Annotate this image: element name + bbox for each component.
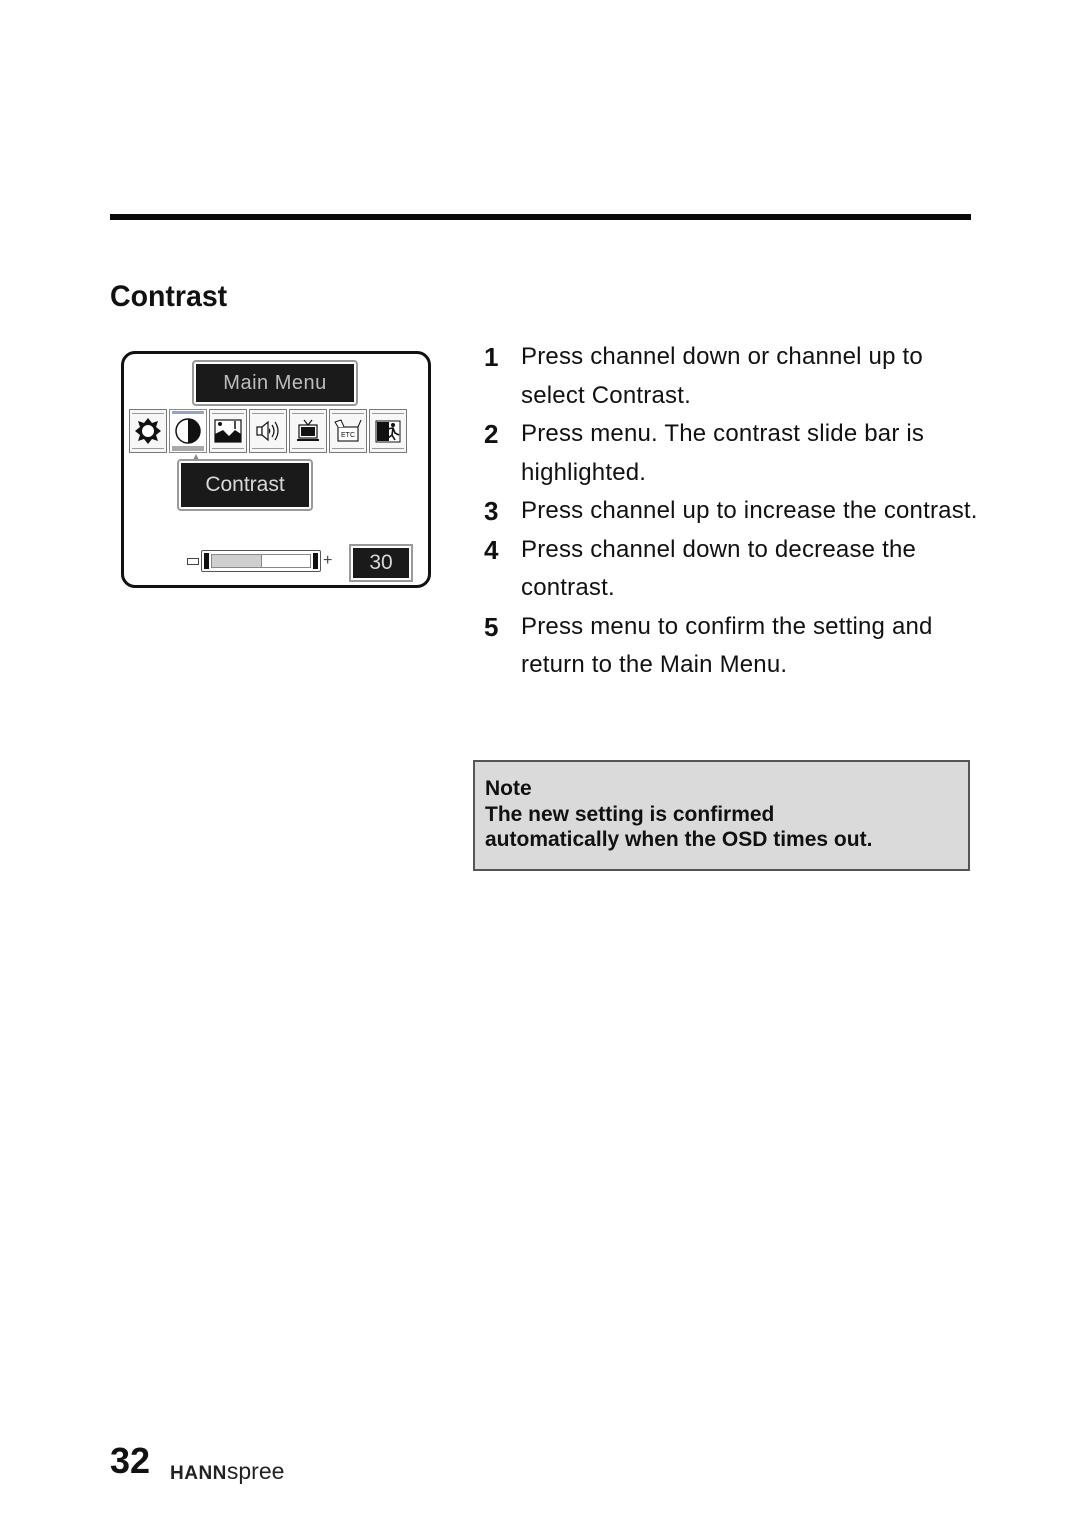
brightness-icon <box>135 418 161 444</box>
step-number: 2 <box>484 419 499 449</box>
picture-icon <box>214 419 242 443</box>
osd-main-menu-title: Main Menu <box>192 360 358 406</box>
audio-icon <box>256 420 279 442</box>
step-text: Press channel up to increase the contras… <box>521 497 978 524</box>
step-number: 3 <box>484 496 499 526</box>
osd-tile-audio[interactable] <box>249 409 287 453</box>
brand-logo: HANNspree <box>170 1458 284 1485</box>
osd-icon-row: ETC <box>129 409 407 453</box>
top-rule <box>110 214 971 220</box>
osd-submenu-label: Contrast <box>177 459 313 511</box>
exit-icon <box>375 420 401 443</box>
section-title: Contrast <box>110 280 228 313</box>
step-text: Press channel down or channel up to sele… <box>521 343 923 409</box>
note-box: Note The new setting is confirmed automa… <box>473 760 970 871</box>
instruction-steps: 1 Press channel down or channel up to se… <box>484 338 984 685</box>
slider-plus-icon[interactable]: + <box>323 553 332 569</box>
note-heading: Note <box>485 777 532 800</box>
osd-tile-picture[interactable] <box>209 409 247 453</box>
osd-tile-exit[interactable] <box>369 409 407 453</box>
contrast-value-display: 30 <box>349 544 413 582</box>
contrast-slider[interactable] <box>201 550 321 572</box>
osd-tile-etc[interactable]: ETC <box>329 409 367 453</box>
slider-fill <box>212 555 262 567</box>
osd-tile-brightness[interactable] <box>129 409 167 453</box>
selection-pointer <box>193 454 199 460</box>
brand-light: spree <box>226 1458 285 1484</box>
note-line-1: The new setting is confirmed <box>485 802 775 826</box>
slider-track <box>211 554 311 568</box>
step-item: 2 Press menu. The contrast slide bar is … <box>484 415 984 492</box>
step-text: Press menu. The contrast slide bar is hi… <box>521 420 925 486</box>
step-item: 3 Press channel up to increase the contr… <box>484 492 984 531</box>
etc-icon: ETC <box>334 419 362 442</box>
slider-right-cap <box>313 553 318 569</box>
step-item: 4 Press channel down to decrease the con… <box>484 531 984 608</box>
osd-tile-tv[interactable] <box>289 409 327 453</box>
step-number: 5 <box>484 611 499 642</box>
osd-tile-contrast[interactable] <box>169 409 207 453</box>
note-line-2: automatically when the OSD times out. <box>485 828 873 851</box>
step-item: 5 Press menu to confirm the setting and … <box>484 608 984 685</box>
step-number: 1 <box>484 342 499 372</box>
step-item: 1 Press channel down or channel up to se… <box>484 338 984 415</box>
contrast-icon <box>175 418 201 444</box>
slider-minus-icon[interactable] <box>187 558 199 565</box>
step-text: Press channel down to decrease the contr… <box>521 535 917 602</box>
brand-bold: HANN <box>170 1463 227 1484</box>
step-text: Press menu to confirm the setting and re… <box>521 612 933 679</box>
slider-left-cap <box>204 553 209 569</box>
step-number: 4 <box>484 534 499 565</box>
page-number: 32 <box>110 1440 151 1481</box>
etc-label: ETC <box>341 432 355 439</box>
osd-illustration: Main Menu ETC Contrast + 30 <box>121 351 431 588</box>
tv-icon <box>297 419 319 441</box>
